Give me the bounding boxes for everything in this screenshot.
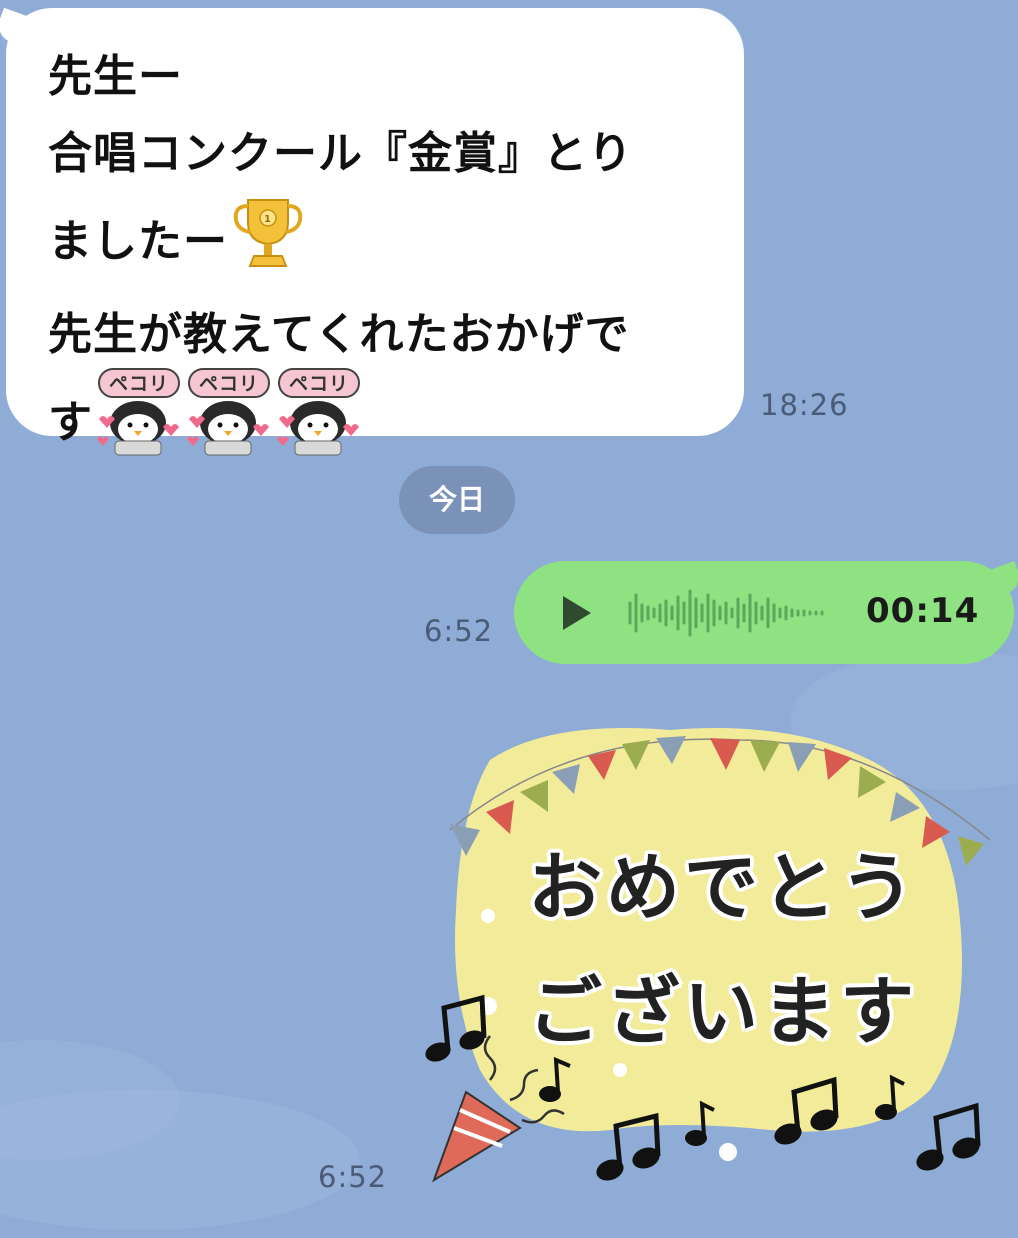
penguin-bow-emoji: ペコリ [93,367,183,483]
message-line-3: ましたー 1 [48,192,704,296]
incoming-message-bubble[interactable]: 先生ー 合唱コンクール『金賞』とり ましたー 1 先生が教えてくれたおかげで す… [0,7,744,456]
waveform-icon[interactable] [626,587,856,639]
message-line-2: 合唱コンクール『金賞』とり [48,128,633,179]
emoji-label: ペコリ [199,373,259,395]
sticker-text-line-2: ございます [528,969,918,1055]
message-line-5: す ペコリ ペコリ ペコリ [48,367,704,483]
play-icon[interactable] [560,594,594,632]
sticker-message-time: 6:52 [318,1160,388,1194]
penguin-bow-emoji: ペコリ [183,367,273,483]
emoji-label: ペコリ [289,373,349,395]
emoji-label: ペコリ [109,373,169,395]
message-line-5-text: す [48,397,93,448]
message-line-1: 先生ー [48,51,183,102]
voice-duration: 00:14 [866,591,980,631]
bubble-tail [988,561,1018,597]
incoming-message-time: 18:26 [760,388,849,422]
sticker-text-line-1: おめでとう [528,845,918,931]
bubble-tail [0,7,33,47]
trophy-icon: 1 [228,192,308,296]
message-line-3-text: ましたー [48,216,228,267]
congratulations-sticker[interactable]: おめでとう ございます [410,700,1010,1220]
voice-message-bubble[interactable]: 00:14 [514,561,1018,664]
svg-text:1: 1 [264,214,272,225]
message-line-4: 先生が教えてくれたおかげで [48,309,630,360]
voice-message-time: 6:52 [424,614,494,648]
penguin-bow-emoji: ペコリ [273,367,363,483]
date-separator: 今日 [399,466,515,534]
